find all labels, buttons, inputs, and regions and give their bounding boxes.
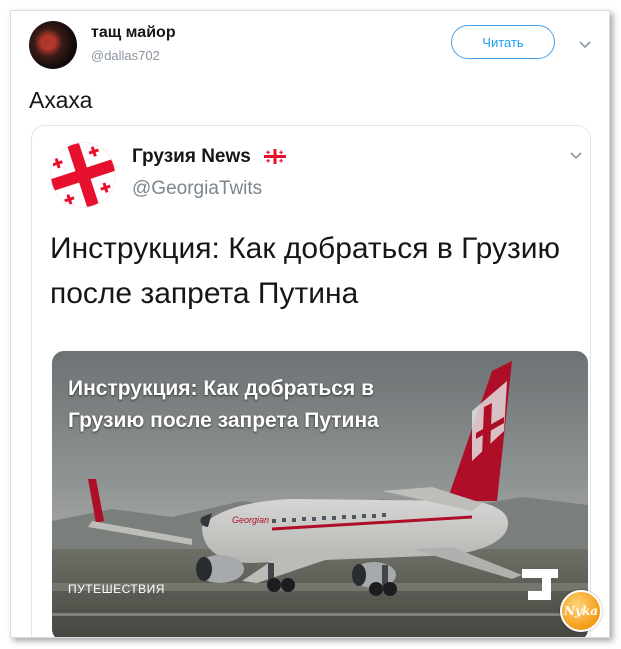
chevron-down-icon[interactable] (579, 41, 591, 49)
brand-logo-icon: J (522, 569, 558, 600)
quoted-author-name-row[interactable]: Грузия News (132, 146, 287, 168)
media-category: ПУТЕШЕСТВИЯ (68, 582, 165, 596)
media-headline: Инструкция: Как добраться в Грузию после… (68, 377, 379, 432)
georgia-flag-avatar-icon (51, 143, 115, 207)
chevron-down-icon[interactable] (570, 152, 582, 160)
article-media[interactable]: Georgian Инструкция: Как добраться в Гру… (52, 351, 588, 637)
georgia-flag-icon (264, 149, 287, 165)
author-avatar[interactable] (29, 21, 77, 69)
follow-button[interactable]: Читать (451, 25, 555, 59)
tweet-card: тащ майор @dallas702 Читать Ахаха Грузия… (10, 10, 610, 638)
tweet-text: Ахаха (29, 87, 93, 113)
author-handle[interactable]: @dallas702 (91, 48, 160, 63)
quoted-tweet[interactable]: Грузия News @GeorgiaTwits Инструкция: Ка… (31, 125, 591, 637)
quoted-tweet-text: Инструкция: Как добраться в Грузию после… (50, 232, 561, 310)
author-name[interactable]: тащ майор (91, 24, 176, 42)
quoted-author-avatar[interactable] (50, 142, 116, 208)
quoted-author-name[interactable]: Грузия News (132, 146, 251, 167)
watermark-logo: Nyka (560, 590, 602, 632)
quoted-author-handle[interactable]: @GeorgiaTwits (132, 178, 262, 200)
